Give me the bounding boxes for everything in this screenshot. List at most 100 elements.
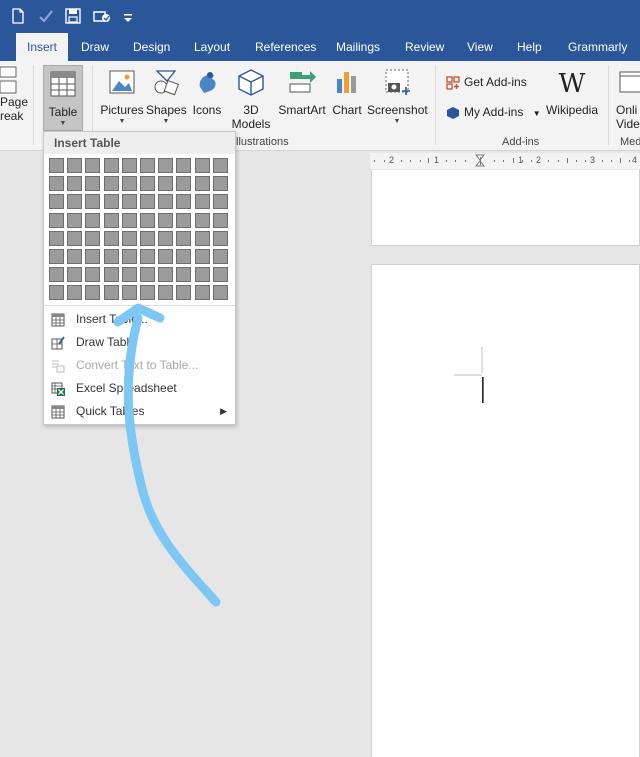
online-video-button[interactable]: Onli Vide: [616, 67, 640, 131]
table-grid-cell[interactable]: [121, 176, 137, 192]
table-grid-cell[interactable]: [67, 158, 83, 173]
horizontal-ruler[interactable]: 2 1 1 2 3 4: [370, 153, 640, 169]
table-grid-cell[interactable]: [212, 267, 228, 283]
table-grid-cell[interactable]: [49, 267, 64, 283]
table-grid-cell[interactable]: [176, 285, 192, 301]
table-grid-cell[interactable]: [194, 194, 210, 210]
tab-help[interactable]: Help: [517, 33, 542, 61]
table-grid-cell[interactable]: [158, 212, 174, 228]
convert-text-item[interactable]: Convert Text to Table...: [44, 354, 235, 377]
tab-design[interactable]: Design: [133, 33, 170, 61]
page-break-button[interactable]: Page reak: [0, 65, 28, 123]
table-grid-cell[interactable]: [121, 249, 137, 264]
table-grid-cell[interactable]: [140, 285, 155, 301]
table-grid-cell[interactable]: [103, 230, 119, 246]
table-grid-cell[interactable]: [176, 267, 192, 283]
table-grid-cell[interactable]: [140, 230, 155, 246]
my-addins-button[interactable]: My Add-ins ▼: [446, 105, 541, 120]
new-document-icon[interactable]: [8, 6, 28, 26]
save-icon[interactable]: [63, 6, 83, 26]
customize-icon[interactable]: [121, 6, 141, 26]
table-grid-cell[interactable]: [194, 158, 210, 173]
table-grid-cell[interactable]: [49, 285, 64, 301]
table-grid-cell[interactable]: [121, 194, 137, 210]
table-grid-cell[interactable]: [67, 267, 83, 283]
table-grid-cell[interactable]: [67, 176, 83, 192]
table-grid-cell[interactable]: [176, 249, 192, 264]
table-grid-cell[interactable]: [176, 176, 192, 192]
table-grid-cell[interactable]: [103, 194, 119, 210]
table-grid-cell[interactable]: [158, 285, 174, 301]
table-grid-cell[interactable]: [85, 285, 101, 301]
table-grid-cell[interactable]: [140, 267, 155, 283]
table-grid-cell[interactable]: [67, 212, 83, 228]
table-grid-cell[interactable]: [194, 212, 210, 228]
table-grid-cell[interactable]: [212, 285, 228, 301]
table-grid-cell[interactable]: [194, 267, 210, 283]
table-grid-cell[interactable]: [158, 176, 174, 192]
table-grid-cell[interactable]: [103, 285, 119, 301]
table-grid-cell[interactable]: [121, 230, 137, 246]
table-grid-cell[interactable]: [140, 249, 155, 264]
table-grid-cell[interactable]: [176, 212, 192, 228]
shapes-button[interactable]: Shapes ▼: [146, 67, 187, 126]
document-page-previous[interactable]: [371, 170, 640, 246]
table-grid-cell[interactable]: [49, 249, 64, 264]
table-grid-cell[interactable]: [176, 158, 192, 173]
tab-view[interactable]: View: [467, 33, 493, 61]
table-grid-cell[interactable]: [158, 267, 174, 283]
spelling-check-icon[interactable]: [36, 6, 56, 26]
table-grid-cell[interactable]: [176, 194, 192, 210]
table-grid-cell[interactable]: [194, 249, 210, 264]
smartart-button[interactable]: SmartArt: [276, 67, 328, 117]
tab-insert[interactable]: Insert: [16, 33, 68, 61]
table-grid-cell[interactable]: [103, 176, 119, 192]
table-grid-cell[interactable]: [158, 249, 174, 264]
table-grid-cell[interactable]: [85, 249, 101, 264]
tab-references[interactable]: References: [255, 33, 316, 61]
table-grid-cell[interactable]: [49, 158, 64, 173]
table-grid-cell[interactable]: [103, 212, 119, 228]
table-grid-cell[interactable]: [176, 230, 192, 246]
tab-mailings[interactable]: Mailings: [336, 33, 380, 61]
table-grid-cell[interactable]: [85, 194, 101, 210]
table-button[interactable]: Table ▼: [43, 65, 83, 131]
icons-button[interactable]: Icons: [190, 67, 224, 117]
table-grid-cell[interactable]: [158, 158, 174, 173]
chart-button[interactable]: Chart: [329, 67, 365, 117]
table-grid-cell[interactable]: [49, 194, 64, 210]
table-grid-cell[interactable]: [212, 249, 228, 264]
table-grid-cell[interactable]: [67, 230, 83, 246]
table-grid-cell[interactable]: [85, 267, 101, 283]
table-grid-cell[interactable]: [121, 212, 137, 228]
table-grid-cell[interactable]: [67, 285, 83, 301]
table-grid-cell[interactable]: [212, 212, 228, 228]
table-grid-cell[interactable]: [67, 194, 83, 210]
quick-tables-item[interactable]: Quick Tables ▶: [44, 400, 235, 423]
table-grid-cell[interactable]: [67, 249, 83, 264]
table-grid-cell[interactable]: [194, 176, 210, 192]
table-grid-cell[interactable]: [49, 176, 64, 192]
table-grid-cell[interactable]: [140, 194, 155, 210]
table-grid-cell[interactable]: [140, 212, 155, 228]
table-grid-cell[interactable]: [103, 267, 119, 283]
table-grid-cell[interactable]: [85, 212, 101, 228]
screenshot-button[interactable]: Screenshot ▼: [367, 67, 428, 126]
table-grid-cell[interactable]: [103, 249, 119, 264]
table-grid-cell[interactable]: [85, 230, 101, 246]
table-grid-cell[interactable]: [212, 194, 228, 210]
tab-layout[interactable]: Layout: [194, 33, 230, 61]
get-addins-button[interactable]: Get Add-ins: [446, 75, 527, 90]
table-grid-cell[interactable]: [212, 176, 228, 192]
table-grid-cell[interactable]: [194, 230, 210, 246]
pictures-button[interactable]: Pictures ▼: [99, 67, 145, 126]
table-grid-cell[interactable]: [49, 212, 64, 228]
excel-spreadsheet-item[interactable]: Excel Spreadsheet: [44, 377, 235, 400]
insert-table-item[interactable]: Insert Table...: [44, 308, 235, 331]
table-grid-cell[interactable]: [121, 285, 137, 301]
document-page-current[interactable]: [371, 264, 640, 757]
table-grid-cell[interactable]: [158, 194, 174, 210]
table-grid-cell[interactable]: [121, 267, 137, 283]
table-grid-cell[interactable]: [85, 176, 101, 192]
draw-table-item[interactable]: Draw Table: [44, 331, 235, 354]
